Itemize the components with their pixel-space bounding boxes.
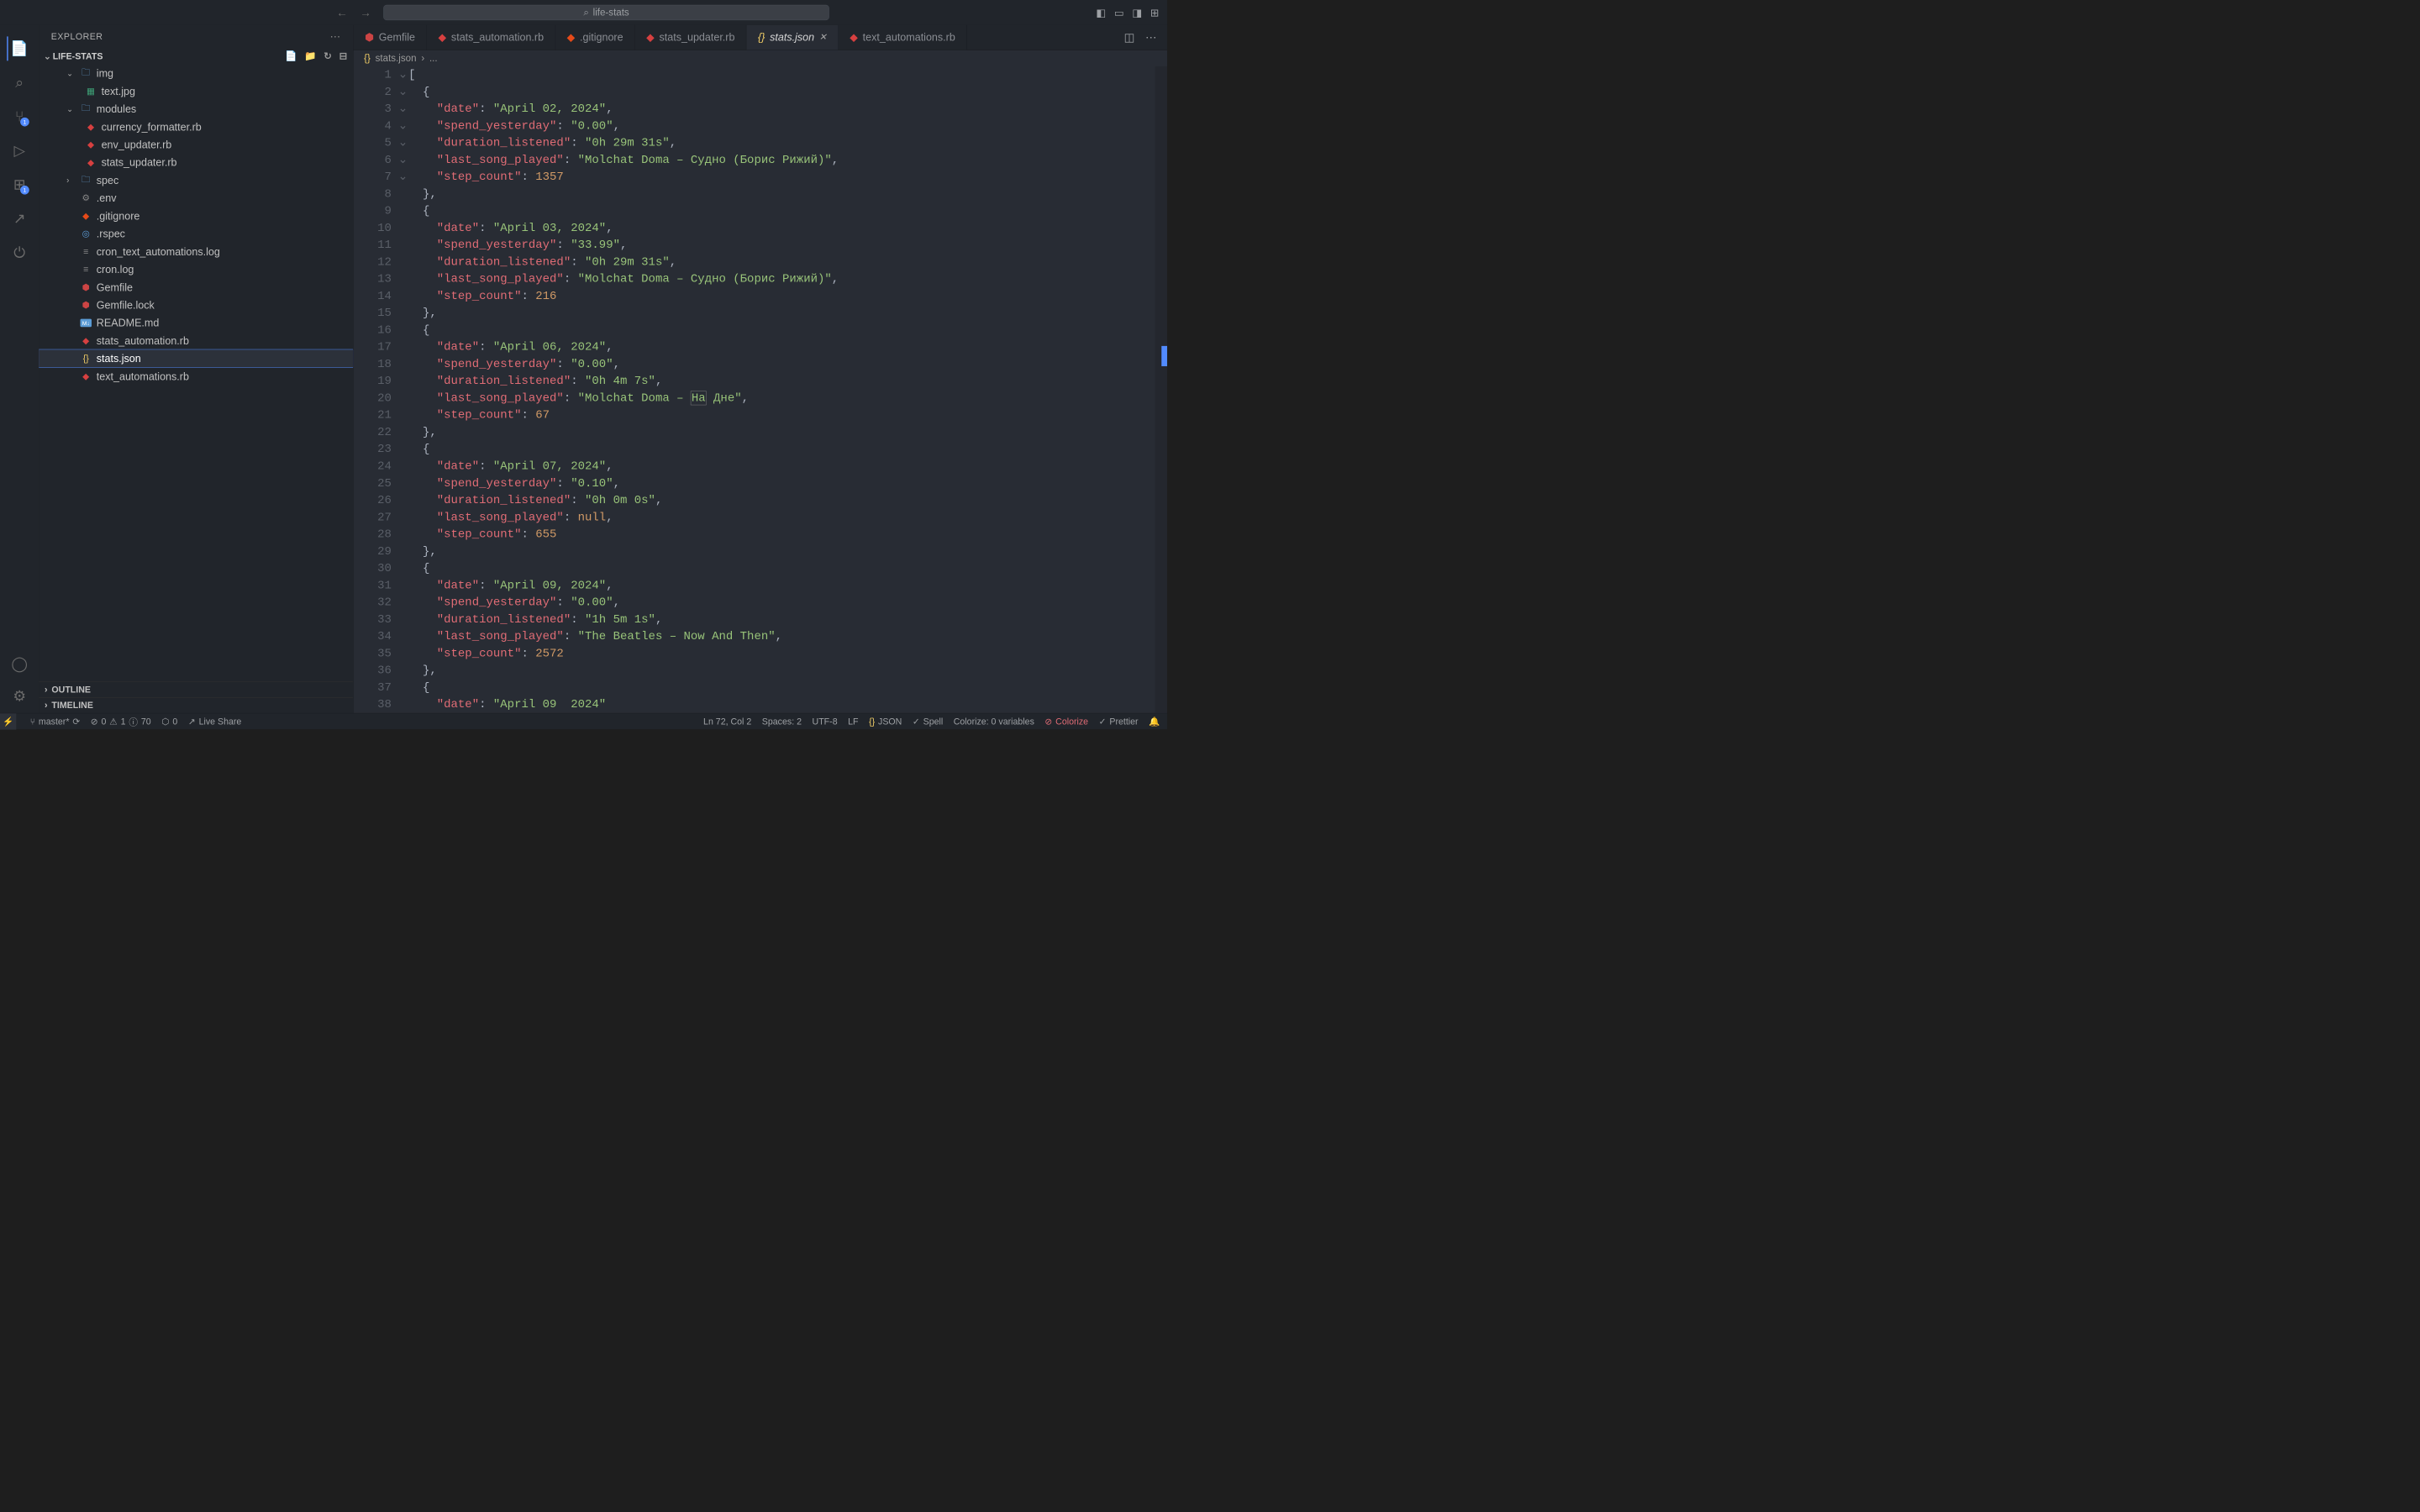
branch-item[interactable]: ⑂master*⟳ xyxy=(30,716,81,727)
file-env[interactable]: ⚙.env xyxy=(39,189,353,207)
file-stats-updater-mod[interactable]: ◆stats_updater.rb xyxy=(39,154,353,171)
new-file-icon[interactable]: 📄 xyxy=(285,50,297,62)
eol[interactable]: LF xyxy=(848,716,858,727)
accounts-icon[interactable]: ◯ xyxy=(8,652,32,676)
file-gitignore[interactable]: ◆.gitignore xyxy=(39,207,353,224)
sidebar: EXPLORER ⋯ ⌄ LIFE-STATS 📄 📁 ↻ ⊟ ⌄🗀img ▦t… xyxy=(39,25,353,713)
indent[interactable]: Spaces: 2 xyxy=(762,716,802,727)
power-icon[interactable]: ⏻ xyxy=(8,240,32,265)
extensions-icon[interactable]: ⊞1 xyxy=(8,172,32,197)
outline-section[interactable]: ›OUTLINE xyxy=(39,681,353,697)
minimap-viewport[interactable] xyxy=(1161,346,1167,366)
settings-gear-icon[interactable]: ⚙ xyxy=(8,684,32,708)
tab-gemfile[interactable]: ⬢Gemfile xyxy=(354,25,427,50)
project-name: LIFE-STATS xyxy=(53,51,103,62)
language-mode[interactable]: {} JSON xyxy=(869,716,902,727)
editor-area: ⬢Gemfile ◆stats_automation.rb ◆.gitignor… xyxy=(354,25,1167,713)
branch-icon: ⑂ xyxy=(30,716,35,727)
status-bar: ⚡ ⑂master*⟳ ⊘0 ⚠1 ⓘ70 ⬡0 ↗Live Share Ln … xyxy=(0,713,1167,729)
folder-img[interactable]: ⌄🗀img xyxy=(39,65,353,82)
project-header[interactable]: ⌄ LIFE-STATS 📄 📁 ↻ ⊟ xyxy=(39,48,353,65)
tab-stats-json[interactable]: {}stats.json✕ xyxy=(746,25,838,50)
colorize-vars[interactable]: Colorize: 0 variables xyxy=(954,716,1034,727)
file-readme[interactable]: M↓README.md xyxy=(39,314,353,332)
minimap[interactable] xyxy=(1155,66,1167,713)
error-icon: ⊘ xyxy=(91,716,98,727)
run-debug-icon[interactable]: ▷ xyxy=(8,139,32,163)
breadcrumb[interactable]: {} stats.json › ... xyxy=(354,50,1167,66)
file-cron-text-log[interactable]: ≡cron_text_automations.log xyxy=(39,243,353,260)
breadcrumb-rest: ... xyxy=(429,53,438,65)
command-center-search[interactable]: ⌕ life-stats xyxy=(383,5,829,20)
file-gemfile[interactable]: ⬢Gemfile xyxy=(39,278,353,296)
colorize-status[interactable]: ⊘ Colorize xyxy=(1044,716,1088,727)
timeline-section[interactable]: ›TIMELINE xyxy=(39,697,353,713)
close-icon[interactable]: ✕ xyxy=(819,32,827,43)
bell-icon[interactable]: 🔔 xyxy=(1149,716,1160,727)
file-gemfile-lock[interactable]: ⬢Gemfile.lock xyxy=(39,297,353,314)
folder-modules[interactable]: ⌄🗀modules xyxy=(39,100,353,118)
tab-more-icon[interactable]: ⋯ xyxy=(1145,31,1157,45)
folder-spec[interactable]: ›🗀spec xyxy=(39,171,353,189)
tab-text-automations[interactable]: ◆text_automations.rb xyxy=(839,25,967,50)
tab-gitignore[interactable]: ◆.gitignore xyxy=(555,25,635,50)
search-icon: ⌕ xyxy=(583,7,588,18)
file-cron-log[interactable]: ≡cron.log xyxy=(39,260,353,278)
remote-icon[interactable]: ⚡ xyxy=(0,713,16,729)
activity-bar: 📄 ⌕ ⑂1 ▷ ⊞1 ↗ ⏻ ◯ ⚙ xyxy=(0,25,39,713)
share-icon[interactable]: ↗ xyxy=(8,207,32,231)
line-gutter: 1234567891011121314151617181920212223242… xyxy=(354,66,398,713)
search-text: life-stats xyxy=(593,7,629,18)
problems-item[interactable]: ⊘0 ⚠1 ⓘ70 xyxy=(91,715,151,727)
nav-forward-icon[interactable]: → xyxy=(360,6,371,18)
file-rspec[interactable]: ◎.rspec xyxy=(39,225,353,243)
cursor-pos[interactable]: Ln 72, Col 2 xyxy=(703,716,751,727)
explorer-label: EXPLORER xyxy=(51,31,103,42)
new-folder-icon[interactable]: 📁 xyxy=(304,50,316,62)
search-activity-icon[interactable]: ⌕ xyxy=(8,71,32,95)
file-tree: ⌄🗀img ▦text.jpg ⌄🗀modules ◆currency_form… xyxy=(39,65,353,682)
fold-column: ⌄⌄ ⌄ ⌄ ⌄ ⌄ ⌄ xyxy=(398,66,409,713)
file-stats-automation[interactable]: ◆stats_automation.rb xyxy=(39,332,353,349)
tab-stats-automation[interactable]: ◆stats_automation.rb xyxy=(427,25,555,50)
hints-item[interactable]: ⬡0 xyxy=(161,716,177,727)
info-icon: ⓘ xyxy=(129,715,138,727)
sync-icon[interactable]: ⟳ xyxy=(72,716,80,727)
spell-check[interactable]: ✓ Spell xyxy=(913,716,943,727)
split-editor-icon[interactable]: ◫ xyxy=(1124,31,1135,45)
source-control-icon[interactable]: ⑂1 xyxy=(8,104,32,129)
file-env-updater[interactable]: ◆env_updater.rb xyxy=(39,136,353,154)
collapse-icon[interactable]: ⊟ xyxy=(339,50,348,62)
warn-icon: ⚠ xyxy=(109,716,118,727)
explorer-more-icon[interactable]: ⋯ xyxy=(330,30,341,43)
tab-bar: ⬢Gemfile ◆stats_automation.rb ◆.gitignor… xyxy=(354,25,1167,50)
chevron-down-icon: ⌄ xyxy=(42,51,53,62)
layout-right-icon[interactable]: ◨ xyxy=(1132,6,1142,18)
scm-badge: 1 xyxy=(20,118,29,127)
file-text-jpg[interactable]: ▦text.jpg xyxy=(39,82,353,100)
encoding[interactable]: UTF-8 xyxy=(813,716,838,727)
prettier-status[interactable]: ✓ Prettier xyxy=(1099,716,1139,727)
file-currency-formatter[interactable]: ◆currency_formatter.rb xyxy=(39,118,353,135)
live-share-icon: ↗ xyxy=(188,716,196,727)
layout-bottom-icon[interactable]: ▭ xyxy=(1114,6,1124,18)
nav-back-icon[interactable]: ← xyxy=(336,6,348,18)
layout-grid-icon[interactable]: ⊞ xyxy=(1150,6,1160,18)
tab-stats-updater[interactable]: ◆stats_updater.rb xyxy=(635,25,747,50)
title-bar: ← → ⌕ life-stats ◧ ▭ ◨ ⊞ xyxy=(0,0,1167,25)
code-editor[interactable]: 1234567891011121314151617181920212223242… xyxy=(354,66,1167,713)
sidebar-header: EXPLORER ⋯ xyxy=(39,25,353,48)
code-content[interactable]: [ { "date": "April 02, 2024", "spend_yes… xyxy=(408,66,1167,713)
ext-badge: 1 xyxy=(20,186,29,195)
breadcrumb-file: stats.json xyxy=(376,53,417,65)
live-share[interactable]: ↗Live Share xyxy=(188,716,241,727)
explorer-icon[interactable]: 📄 xyxy=(7,36,31,60)
refresh-icon[interactable]: ↻ xyxy=(324,50,332,62)
file-stats-json[interactable]: {}stats.json xyxy=(39,349,353,367)
layout-left-icon[interactable]: ◧ xyxy=(1096,6,1106,18)
file-text-automations[interactable]: ◆text_automations.rb xyxy=(39,367,353,385)
hint-icon: ⬡ xyxy=(161,716,169,727)
